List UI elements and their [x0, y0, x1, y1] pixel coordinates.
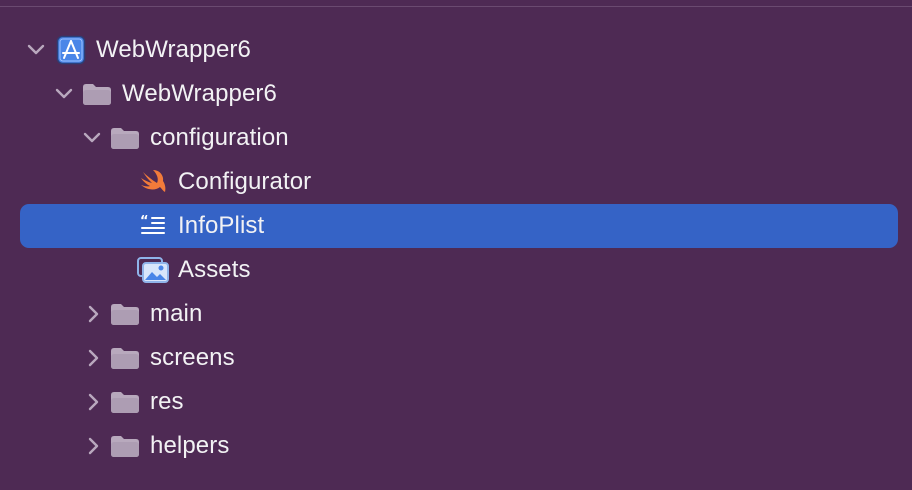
- chevron-down-icon[interactable]: [82, 128, 102, 148]
- chevron-down-icon[interactable]: [54, 84, 74, 104]
- svg-text:“: “: [140, 214, 149, 229]
- chevron-right-icon[interactable]: [84, 392, 104, 412]
- folder-icon: [108, 431, 142, 461]
- tree-row-label: WebWrapper6: [96, 36, 251, 63]
- tree-row-file[interactable]: Assets: [20, 248, 898, 292]
- chevron-right-icon[interactable]: [84, 436, 104, 456]
- tree-row-folder[interactable]: helpers: [20, 424, 898, 468]
- tree-row-file-selected[interactable]: “ InfoPlist: [20, 204, 898, 248]
- tree-row-label: WebWrapper6: [122, 80, 277, 107]
- tree-row-folder[interactable]: WebWrapper6: [20, 72, 898, 116]
- plist-file-icon: “: [136, 211, 170, 241]
- tree-row-folder[interactable]: screens: [20, 336, 898, 380]
- tree-row-label: configuration: [150, 124, 289, 151]
- chevron-down-icon[interactable]: [26, 40, 46, 60]
- folder-icon: [108, 343, 142, 373]
- tree-row-file[interactable]: Configurator: [20, 160, 898, 204]
- asset-catalog-icon: [136, 255, 170, 285]
- tree-row-label: helpers: [150, 432, 230, 459]
- xcode-project-icon: [54, 35, 88, 65]
- folder-icon: [80, 79, 114, 109]
- tree-row-project[interactable]: WebWrapper6: [20, 28, 898, 72]
- tree-row-label: Assets: [178, 256, 251, 283]
- tree-row-folder[interactable]: res: [20, 380, 898, 424]
- folder-icon: [108, 123, 142, 153]
- folder-icon: [108, 387, 142, 417]
- tree-row-folder[interactable]: configuration: [20, 116, 898, 160]
- tree-row-folder[interactable]: main: [20, 292, 898, 336]
- chevron-right-icon[interactable]: [84, 304, 104, 324]
- tree-row-label: Configurator: [178, 168, 312, 195]
- tree-row-label: InfoPlist: [178, 212, 265, 239]
- swift-file-icon: [136, 167, 170, 197]
- tree-row-label: res: [150, 388, 184, 415]
- tree-row-label: main: [150, 300, 203, 327]
- chevron-right-icon[interactable]: [84, 348, 104, 368]
- project-navigator: WebWrapper6 WebWrapper6 configuration Co…: [0, 0, 912, 490]
- folder-icon: [108, 299, 142, 329]
- tree-row-label: screens: [150, 344, 235, 371]
